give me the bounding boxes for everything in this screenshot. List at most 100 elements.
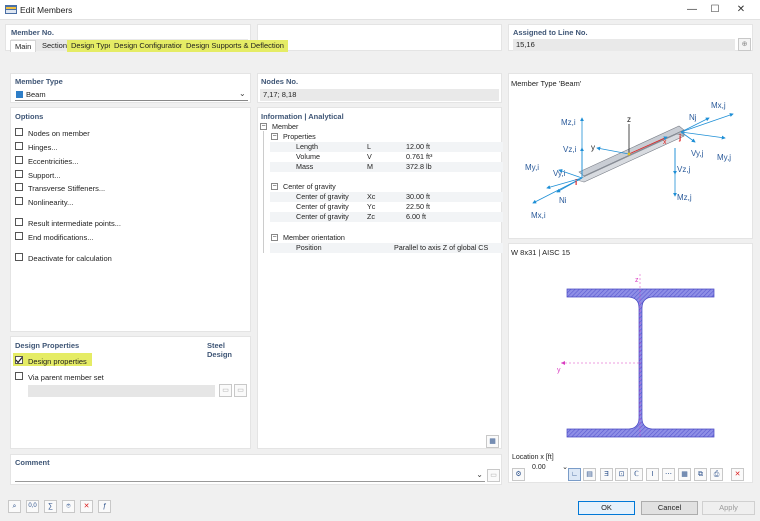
row-name: Center of gravity bbox=[296, 192, 349, 201]
option-label: End modifications... bbox=[28, 233, 94, 242]
table-row: Volume V 0.761 ft³ bbox=[270, 152, 503, 162]
checkmark-icon bbox=[15, 357, 23, 364]
title-bar: Edit Members — ☐ ✕ bbox=[0, 0, 760, 20]
group-label: Center of gravity bbox=[283, 182, 336, 191]
formula-icon[interactable]: ∑ bbox=[44, 500, 57, 513]
window-title: Edit Members bbox=[20, 5, 73, 15]
label-y: y bbox=[591, 143, 595, 152]
cancel-button[interactable]: Cancel bbox=[641, 501, 698, 515]
label-ni: Ni bbox=[559, 196, 567, 205]
maximize-icon[interactable]: ☐ bbox=[707, 2, 723, 18]
table-row: Center of gravity Zc 6.00 ft bbox=[270, 212, 503, 222]
table-row: Mass M 372.8 lb bbox=[270, 162, 503, 172]
i-section-icon[interactable]: I bbox=[646, 468, 659, 481]
axis-y-label: y bbox=[557, 367, 561, 374]
info-tree: − Member − Properties Length L 12.00 ft … bbox=[258, 122, 504, 444]
section-info-icon[interactable]: ⧉ bbox=[694, 468, 707, 481]
checkbox-support[interactable] bbox=[15, 170, 23, 178]
minimize-icon[interactable]: — bbox=[684, 2, 700, 18]
comment-panel: Comment ⌄ ▭ bbox=[10, 454, 502, 485]
table-row: Center of gravity Xc 30.00 ft bbox=[270, 192, 503, 202]
table-export-icon[interactable]: ▦ bbox=[486, 435, 499, 448]
pick-icon[interactable]: ⊕ bbox=[738, 38, 751, 51]
option-label: Transverse Stiffeners... bbox=[28, 184, 106, 193]
information-label: Information | Analytical bbox=[261, 112, 344, 121]
option-label: Nodes on member bbox=[28, 129, 90, 138]
print-icon[interactable]: ⎙ bbox=[710, 468, 723, 481]
grid-icon[interactable]: ▦ bbox=[678, 468, 691, 481]
member-type-value: Beam bbox=[26, 90, 46, 99]
label-x: x bbox=[663, 139, 667, 146]
checkbox-end-modifications[interactable] bbox=[15, 232, 23, 240]
checkbox-design-properties[interactable] bbox=[15, 356, 23, 364]
collapse-icon[interactable]: − bbox=[271, 183, 278, 190]
collapse-icon[interactable]: − bbox=[271, 133, 278, 140]
option-label: Nonlinearity... bbox=[28, 198, 74, 207]
units-icon[interactable]: 0,0 bbox=[26, 500, 39, 513]
member-type-panel: Member Type Beam ⌄ bbox=[10, 73, 251, 103]
checkbox-via-parent-member-set[interactable] bbox=[15, 372, 23, 380]
section-settings-icon[interactable]: ⚙ bbox=[512, 468, 525, 481]
row-name: Center of gravity bbox=[296, 202, 349, 211]
row-symbol: V bbox=[367, 152, 372, 161]
function-icon[interactable]: ƒ bbox=[98, 500, 111, 513]
search-icon[interactable]: ⌕ bbox=[8, 500, 21, 513]
chevron-down-icon: ⌄ bbox=[476, 470, 483, 479]
tab-main[interactable]: Main bbox=[10, 40, 37, 52]
row-value: 30.00 ft bbox=[406, 192, 430, 201]
tab-design-configurations[interactable]: Design Configurations bbox=[110, 40, 192, 52]
label-vzj: Vz,j bbox=[677, 165, 691, 174]
option-label: Result intermediate points... bbox=[28, 219, 121, 228]
parent-member-set-field[interactable] bbox=[28, 385, 215, 397]
apply-button[interactable]: Apply bbox=[702, 501, 755, 515]
delete-icon[interactable]: ✕ bbox=[80, 500, 93, 513]
tree-row[interactable]: − Member bbox=[258, 122, 504, 132]
checkbox-nodes-on-member[interactable] bbox=[15, 128, 23, 136]
row-name: Length bbox=[296, 142, 318, 151]
stress-points-icon[interactable]: Ǝ bbox=[600, 468, 613, 481]
nodes-field[interactable]: 7,17; 8,18 bbox=[260, 89, 499, 101]
label-vyi: Vy,i bbox=[553, 169, 566, 178]
edit-set-icon[interactable]: ▭ bbox=[234, 384, 247, 397]
option-label: Hinges... bbox=[28, 143, 58, 152]
header-middle-panel bbox=[257, 24, 502, 51]
tree-row[interactable]: − Properties bbox=[258, 132, 504, 142]
ok-button[interactable]: OK bbox=[578, 501, 635, 515]
design-properties-panel: Design Properties Steel Design Design pr… bbox=[10, 336, 251, 449]
close-icon[interactable]: ✕ bbox=[733, 2, 749, 18]
checkbox-result-intermediate-points[interactable] bbox=[15, 218, 23, 226]
centroid-icon[interactable]: ⊡ bbox=[615, 468, 628, 481]
tree-row[interactable]: − Member orientation bbox=[258, 233, 504, 243]
label-i: i bbox=[575, 178, 577, 187]
comment-input[interactable]: ⌄ bbox=[15, 470, 485, 482]
label-j: j bbox=[678, 133, 681, 142]
section-toolbar: ⚙ ∟ ▤ Ǝ ⊡ ℂ I ⋯ ▦ ⧉ ⎙ ✕ bbox=[510, 467, 755, 484]
tab-design-supports[interactable]: Design Supports & Deflection bbox=[182, 40, 288, 52]
collapse-icon[interactable]: − bbox=[271, 234, 278, 241]
member-no-label: Member No. bbox=[11, 28, 54, 37]
collapse-icon[interactable]: − bbox=[260, 123, 267, 130]
reset-view-icon[interactable]: ✕ bbox=[731, 468, 744, 481]
section-panel: W 8x31 | AISC 15 z y Location x [ft] 0.0… bbox=[508, 243, 753, 483]
design-properties-option: Design properties bbox=[28, 357, 87, 366]
member-type-select[interactable]: Beam ⌄ bbox=[15, 89, 248, 101]
cells-icon[interactable]: ⋯ bbox=[662, 468, 675, 481]
tree-root-label: Member bbox=[272, 122, 299, 131]
tree-row[interactable]: − Center of gravity bbox=[258, 182, 504, 192]
show-dimensions-icon[interactable]: ∟ bbox=[568, 468, 581, 481]
assigned-line-field[interactable]: 15,16 bbox=[513, 39, 735, 51]
comment-library-icon[interactable]: ▭ bbox=[487, 469, 500, 482]
checkbox-hinges[interactable] bbox=[15, 142, 23, 150]
principal-axes-icon[interactable]: ℂ bbox=[630, 468, 643, 481]
print-section-icon[interactable]: ▤ bbox=[583, 468, 596, 481]
design-properties-label: Design Properties bbox=[15, 341, 80, 350]
checkbox-eccentricities[interactable] bbox=[15, 156, 23, 164]
section-drawing: z y bbox=[557, 274, 715, 438]
checkbox-deactivate[interactable] bbox=[15, 253, 23, 261]
options-label: Options bbox=[15, 112, 44, 121]
table-row: Length L 12.00 ft bbox=[270, 142, 503, 152]
pin-icon[interactable]: ⌾ bbox=[62, 500, 75, 513]
checkbox-transverse-stiffeners[interactable] bbox=[15, 183, 23, 191]
checkbox-nonlinearity[interactable] bbox=[15, 197, 23, 205]
new-set-icon[interactable]: ▭ bbox=[219, 384, 232, 397]
